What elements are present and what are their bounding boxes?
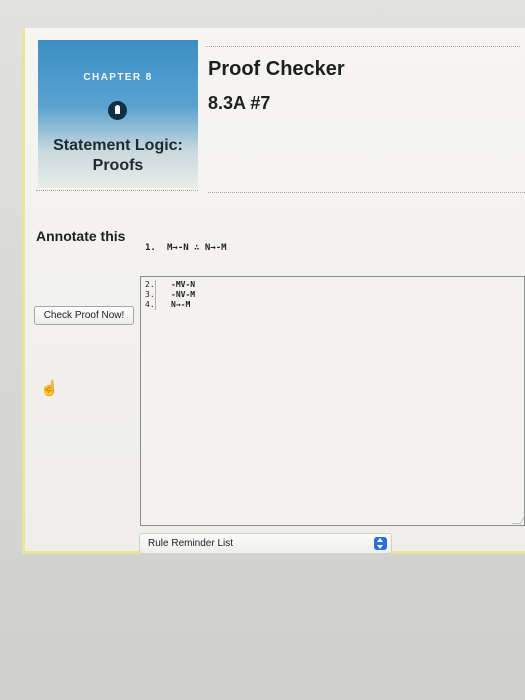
chapter-label: CHAPTER 8 xyxy=(83,72,153,83)
proof-line: N→-M xyxy=(171,300,191,309)
line-number-gutter: 2. 3. 4. xyxy=(145,280,156,310)
proof-lines: -MV-N -NV-M N→-M xyxy=(171,280,195,310)
proof-line-number: 3. xyxy=(145,290,155,299)
premise-number: 1. xyxy=(145,243,156,253)
divider xyxy=(36,190,198,191)
check-proof-button[interactable]: Check Proof Now! xyxy=(34,306,134,325)
annotate-label: Annotate this xyxy=(36,228,126,244)
hand-pointer-icon: ☝ xyxy=(40,380,59,397)
proof-line: -NV-M xyxy=(171,290,196,299)
premise-text: M→-N ∴ N→-M xyxy=(167,243,227,253)
lightbulb-icon xyxy=(108,101,127,120)
premise-line: 1. M→-N ∴ N→-M xyxy=(145,243,227,253)
divider xyxy=(205,46,520,47)
proof-line-number: 4. xyxy=(145,300,155,309)
rule-reminder-select[interactable]: Rule Reminder List xyxy=(139,533,392,554)
rule-reminder-select-value: Rule Reminder List xyxy=(148,538,234,549)
exercise-id: 8.3A #7 xyxy=(208,93,271,113)
proof-input-area[interactable]: 2. 3. 4. -MV-N -NV-M N→-M xyxy=(140,276,525,526)
updown-chevron-icon xyxy=(374,537,387,550)
proof-line: -MV-N xyxy=(171,280,196,289)
divider xyxy=(208,192,525,193)
chapter-card: CHAPTER 8 Statement Logic: Proofs xyxy=(38,40,198,188)
proof-line-number: 2. xyxy=(145,280,155,289)
page-title: Proof Checker xyxy=(208,58,345,80)
screen: CHAPTER 8 Statement Logic: Proofs Proof … xyxy=(0,0,525,700)
chapter-title: Statement Logic: Proofs xyxy=(53,137,183,174)
resize-grip-icon[interactable] xyxy=(511,515,525,524)
